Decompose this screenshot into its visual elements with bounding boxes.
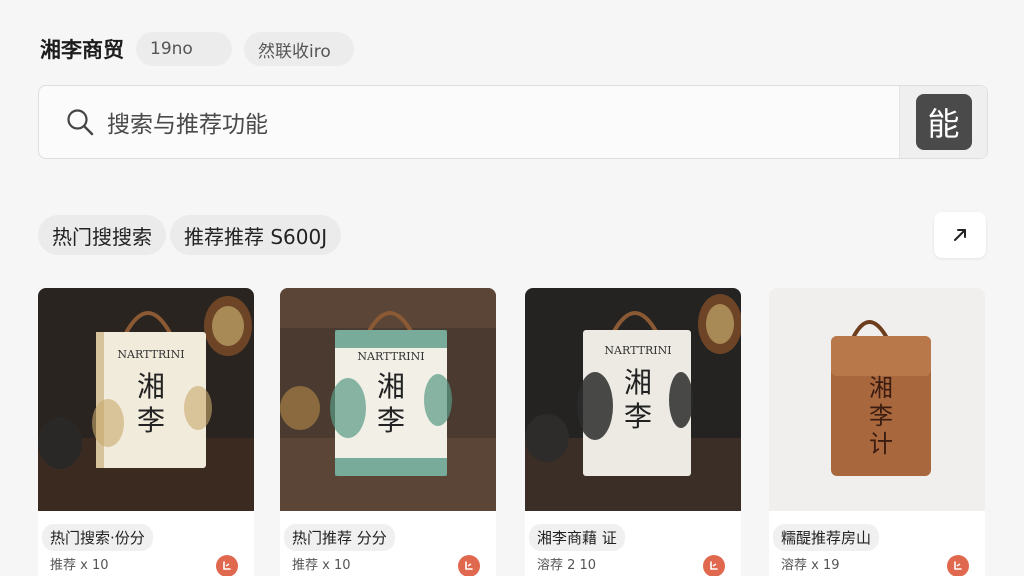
product-card[interactable]: NARTTRINI 湘 李 热门推荐 分分 推荐 x 10 — [280, 288, 496, 576]
product-card[interactable]: NARTTRINI 湘 李 热门搜索·份分 推荐 x 10 — [38, 288, 254, 576]
svg-text:湘: 湘 — [869, 374, 893, 402]
cart-icon — [954, 561, 962, 570]
magnifier-icon — [67, 109, 94, 136]
product-title: 热门搜索·份分 — [42, 524, 153, 551]
cart-icon — [710, 561, 718, 570]
tag-hot-search[interactable]: 热门搜搜索 — [38, 215, 166, 255]
product-title: 湘李商藉 证 — [529, 524, 625, 551]
product-meta: 溶荐 2 10 — [537, 558, 597, 573]
svg-text:NARTTRINI: NARTTRINI — [604, 344, 671, 357]
brand-title: 湘李商贸 — [40, 38, 124, 62]
svg-text:NARTTRINI: NARTTRINI — [357, 350, 424, 363]
svg-text:计: 计 — [869, 430, 893, 458]
product-meta: 推荐 x 10 — [292, 558, 351, 573]
svg-text:NARTTRINI: NARTTRINI — [117, 348, 184, 361]
product-card[interactable]: NARTTRINI 湘 李 湘李商藉 证 溶荐 2 10 — [525, 288, 741, 576]
search-button-area: 能 — [899, 86, 987, 158]
svg-text:李: 李 — [624, 400, 652, 433]
product-card[interactable]: 湘 李 计 糯醍推荐房山 溶荐 x 19 — [769, 288, 985, 576]
svg-text:湘: 湘 — [624, 366, 652, 399]
product-title: 热门推荐 分分 — [284, 524, 395, 551]
product-meta: 溶荐 x 19 — [781, 558, 840, 573]
add-to-cart-button[interactable] — [703, 555, 725, 576]
svg-text:李: 李 — [869, 402, 893, 430]
header-bar: 湘李商贸 19no 然联收iro — [40, 30, 354, 68]
product-image: NARTTRINI 湘 李 — [38, 288, 254, 511]
svg-text:湘: 湘 — [137, 370, 165, 403]
product-image: NARTTRINI 湘 李 — [280, 288, 496, 511]
add-to-cart-button[interactable] — [458, 555, 480, 576]
product-image: NARTTRINI 湘 李 — [525, 288, 741, 511]
svg-text:湘: 湘 — [377, 370, 405, 403]
cart-icon — [465, 561, 473, 570]
expand-button[interactable] — [934, 212, 986, 258]
svg-text:李: 李 — [377, 404, 405, 437]
add-to-cart-button[interactable] — [947, 555, 969, 576]
svg-text:李: 李 — [137, 404, 165, 437]
arrow-up-right-icon — [954, 229, 966, 241]
tag-recommend[interactable]: 推荐推荐 S600J — [170, 215, 342, 255]
function-button[interactable]: 能 — [915, 94, 972, 150]
header-chip-2[interactable]: 然联收iro — [244, 32, 354, 66]
product-meta: 推荐 x 10 — [50, 558, 109, 573]
product-title: 糯醍推荐房山 — [773, 524, 880, 551]
cart-icon — [223, 561, 231, 570]
header-chip-1[interactable]: 19no — [136, 32, 232, 66]
search-input[interactable]: 搜索与推荐功能 — [107, 105, 899, 139]
add-to-cart-button[interactable] — [216, 555, 238, 576]
tag-row: 热门搜搜索 推荐推荐 S600J — [38, 215, 342, 255]
product-image: 湘 李 计 — [769, 288, 985, 511]
search-bar[interactable]: 搜索与推荐功能 能 — [38, 85, 988, 159]
